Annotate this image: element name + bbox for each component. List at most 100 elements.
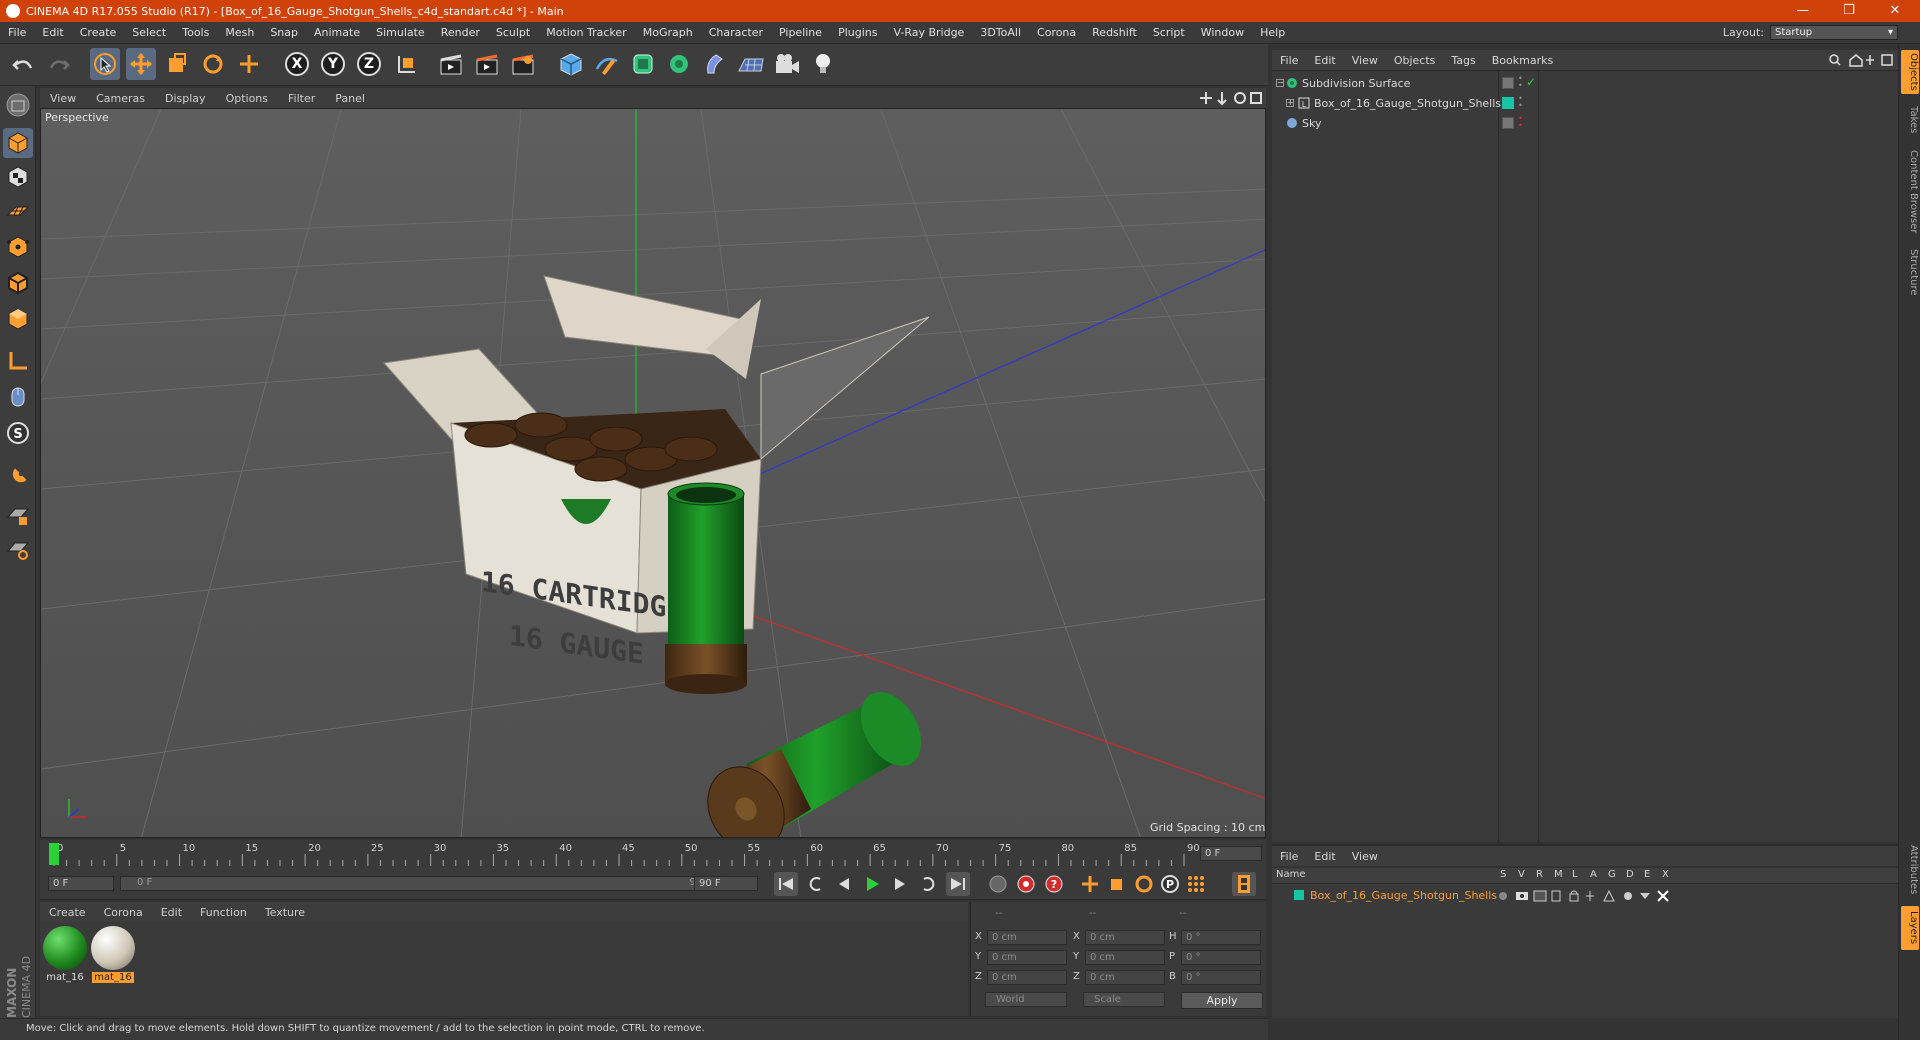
goto-start-button[interactable]: [774, 872, 798, 896]
menu-mesh[interactable]: Mesh: [217, 26, 262, 39]
viewport-nav-icons[interactable]: [1200, 90, 1264, 106]
scale-tool-button[interactable]: [162, 48, 192, 80]
goto-end-button[interactable]: [946, 872, 970, 896]
lm-menu-view[interactable]: View: [1344, 850, 1386, 863]
viewport-menu-cameras[interactable]: Cameras: [86, 92, 155, 105]
make-editable-button[interactable]: [3, 90, 33, 120]
record-rotation-button[interactable]: [1132, 872, 1156, 896]
om-menu-view[interactable]: View: [1344, 54, 1386, 67]
position-y-field[interactable]: 0 cm: [987, 950, 1067, 965]
col-manager[interactable]: M: [1554, 869, 1563, 880]
menu-3dtoall[interactable]: 3DToAll: [972, 26, 1029, 39]
move-tool-button[interactable]: [126, 48, 156, 80]
col-deformers[interactable]: D: [1626, 869, 1634, 880]
frame-range-slider[interactable]: 0 F 90 F: [120, 876, 720, 891]
autokey-button[interactable]: [1014, 872, 1038, 896]
cube-primitive-button[interactable]: [556, 48, 586, 80]
tab-objects[interactable]: Objects: [1901, 50, 1919, 94]
deformer-button[interactable]: [700, 48, 730, 80]
col-solo[interactable]: S: [1500, 869, 1506, 880]
timeline-ruler[interactable]: 0 5 10 15 20 25 30 35 40 45 50 55 60 65 70 75 80 85 90 0 F: [40, 840, 1266, 868]
om-menu-tags[interactable]: Tags: [1443, 54, 1483, 67]
layer-tag-icon[interactable]: [1502, 117, 1514, 129]
prev-key-button[interactable]: [804, 872, 828, 896]
texture-mode-button[interactable]: [3, 162, 33, 192]
subdivision-surface-button[interactable]: [628, 48, 658, 80]
layout-dropdown[interactable]: Startup: [1770, 25, 1898, 40]
menu-edit[interactable]: Edit: [34, 26, 71, 39]
rotate-tool-button[interactable]: [198, 48, 228, 80]
menu-corona[interactable]: Corona: [1029, 26, 1084, 39]
size-y-field[interactable]: 0 cm: [1085, 950, 1165, 965]
enabled-check-icon[interactable]: ✓: [1526, 75, 1536, 89]
material-menu-texture[interactable]: Texture: [256, 906, 314, 919]
render-settings-button[interactable]: [508, 48, 538, 80]
record-point-level-button[interactable]: [1184, 872, 1208, 896]
layer-color-icon[interactable]: [1502, 97, 1514, 109]
object-row-sky[interactable]: Sky • •: [1272, 114, 1898, 133]
viewport-menu-panel[interactable]: Panel: [325, 92, 375, 105]
menu-tools[interactable]: Tools: [174, 26, 217, 39]
z-axis-button[interactable]: Z: [354, 48, 384, 80]
col-animation[interactable]: A: [1590, 869, 1597, 880]
coordinate-system-button[interactable]: [392, 48, 422, 80]
recent-tools-button[interactable]: [234, 48, 264, 80]
prev-frame-button[interactable]: [832, 872, 856, 896]
model-mode-button[interactable]: [3, 128, 33, 158]
workplane-mode-button[interactable]: [3, 196, 33, 226]
lm-menu-edit[interactable]: Edit: [1306, 850, 1343, 863]
next-key-button[interactable]: [916, 872, 940, 896]
play-button[interactable]: [860, 872, 884, 896]
menu-redshift[interactable]: Redshift: [1084, 26, 1145, 39]
size-mode-dropdown[interactable]: Scale: [1083, 992, 1165, 1007]
lock-workplane-button[interactable]: [3, 500, 33, 530]
close-button[interactable]: ✕: [1872, 0, 1918, 22]
object-row-subdivision-surface[interactable]: − Subdivision Surface • • ✓: [1272, 74, 1898, 93]
tab-takes[interactable]: Takes: [1901, 100, 1919, 140]
menu-select[interactable]: Select: [124, 26, 174, 39]
spline-pen-button[interactable]: [592, 48, 622, 80]
material-menu-edit[interactable]: Edit: [152, 906, 191, 919]
undo-button[interactable]: [8, 48, 38, 80]
col-view[interactable]: V: [1518, 869, 1525, 880]
apply-button[interactable]: Apply: [1181, 992, 1263, 1009]
record-active-button[interactable]: [986, 872, 1010, 896]
viewport-menu-filter[interactable]: Filter: [278, 92, 325, 105]
col-render[interactable]: R: [1536, 869, 1543, 880]
menu-motion-tracker[interactable]: Motion Tracker: [538, 26, 634, 39]
render-view-button[interactable]: [436, 48, 466, 80]
visibility-dots-icon[interactable]: • •: [1518, 115, 1523, 130]
om-menu-edit[interactable]: Edit: [1306, 54, 1343, 67]
layer-row[interactable]: Box_of_16_Gauge_Shotgun_Shells: [1272, 886, 1898, 905]
menu-file[interactable]: File: [0, 26, 34, 39]
viewport-menu-options[interactable]: Options: [216, 92, 278, 105]
size-z-field[interactable]: 0 cm: [1085, 970, 1165, 985]
col-locked[interactable]: L: [1572, 869, 1578, 880]
x-axis-button[interactable]: X: [282, 48, 312, 80]
next-frame-button[interactable]: [888, 872, 912, 896]
lm-menu-file[interactable]: File: [1272, 850, 1306, 863]
render-to-picture-viewer-button[interactable]: [472, 48, 502, 80]
cloner-button[interactable]: [664, 48, 694, 80]
coordinate-space-dropdown[interactable]: World: [985, 992, 1067, 1007]
tweak-mode-button[interactable]: [3, 382, 33, 412]
points-mode-button[interactable]: [3, 232, 33, 262]
tab-structure[interactable]: Structure: [1901, 244, 1919, 300]
magnet-button[interactable]: [3, 462, 33, 492]
size-x-field[interactable]: 0 cm: [1085, 930, 1165, 945]
layer-tag-icon[interactable]: [1502, 77, 1514, 89]
menu-plugins[interactable]: Plugins: [830, 26, 885, 39]
timeline-window-button[interactable]: [1232, 872, 1256, 896]
menu-window[interactable]: Window: [1193, 26, 1252, 39]
keyframe-selection-button[interactable]: ?: [1042, 872, 1066, 896]
planar-workplane-button[interactable]: [3, 534, 33, 564]
visibility-dots-icon[interactable]: • •: [1518, 95, 1523, 110]
viewport-menu-display[interactable]: Display: [155, 92, 216, 105]
floor-button[interactable]: [736, 48, 766, 80]
live-selection-button[interactable]: [90, 48, 120, 80]
rotation-b-field[interactable]: 0 °: [1181, 970, 1261, 985]
material-menu-corona[interactable]: Corona: [95, 906, 152, 919]
edges-mode-button[interactable]: [3, 268, 33, 298]
col-xref[interactable]: X: [1662, 869, 1669, 880]
om-toolbar-icons[interactable]: [1828, 53, 1894, 67]
